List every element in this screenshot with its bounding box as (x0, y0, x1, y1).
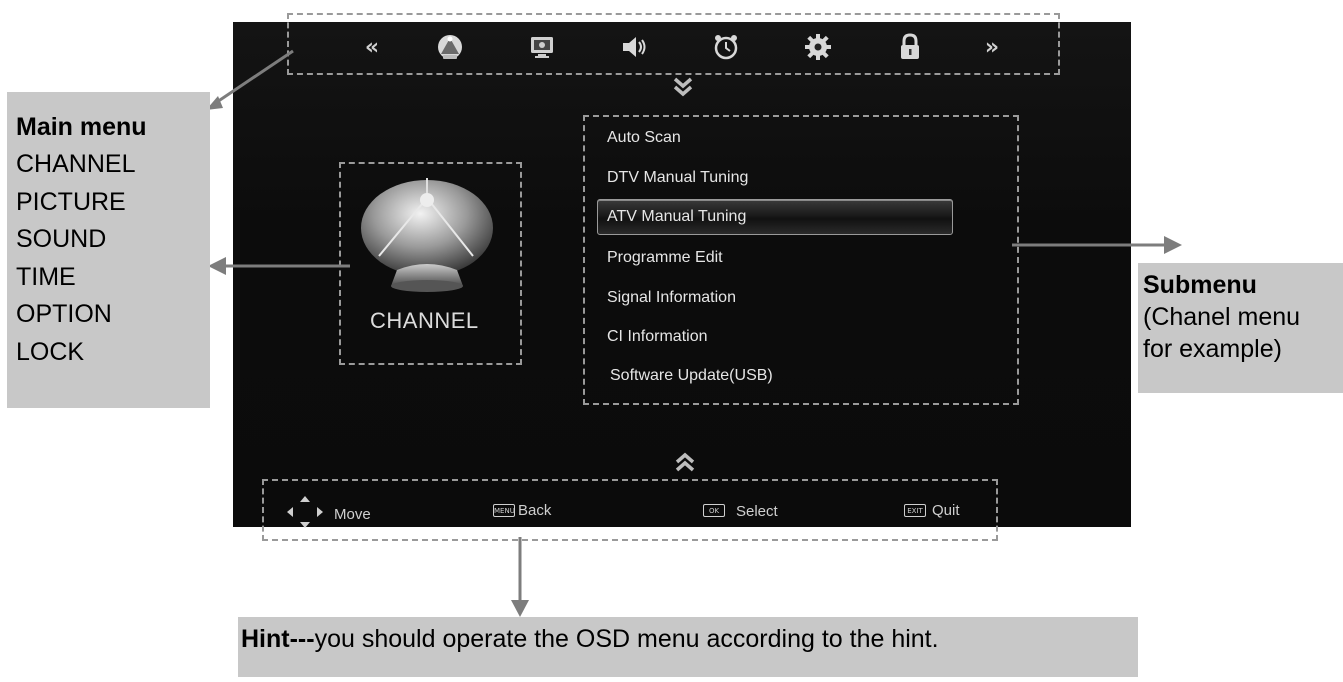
hint-callout-text: you should operate the OSD menu accordin… (314, 625, 939, 653)
arrow-topbar-to-mainmenu (213, 49, 294, 106)
main-menu-callout-title: Main menu (16, 113, 147, 141)
main-menu-callout-item-channel: CHANNEL (16, 150, 136, 178)
main-menu-callout-item-time: TIME (16, 262, 76, 291)
main-menu-callout-item-sound: SOUND (16, 225, 107, 253)
submenu-callout-desc-2: for example) (1143, 335, 1282, 363)
main-menu-callout: Main menu CHANNEL PICTURE SOUND TIME OPT… (7, 92, 210, 408)
hint-callout: Hint---you should operate the OSD menu a… (238, 617, 1138, 677)
hint-callout-line: Hint---you should operate the OSD menu a… (238, 617, 1138, 661)
arrow-submenu-head (1164, 236, 1182, 254)
submenu-callout: Submenu (Chanel menu for example) (1138, 263, 1343, 393)
hint-callout-bold: Hint--- (241, 625, 315, 653)
arrow-panel-head (208, 257, 226, 275)
submenu-callout-title: Submenu (1143, 271, 1257, 299)
arrow-hint-head (511, 600, 529, 617)
submenu-callout-desc-1: (Chanel menu (1143, 303, 1301, 331)
main-menu-callout-item-option: OPTION (16, 300, 112, 328)
main-menu-callout-item-picture: PICTURE (16, 187, 126, 216)
main-menu-callout-item-lock: LOCK (16, 337, 85, 366)
